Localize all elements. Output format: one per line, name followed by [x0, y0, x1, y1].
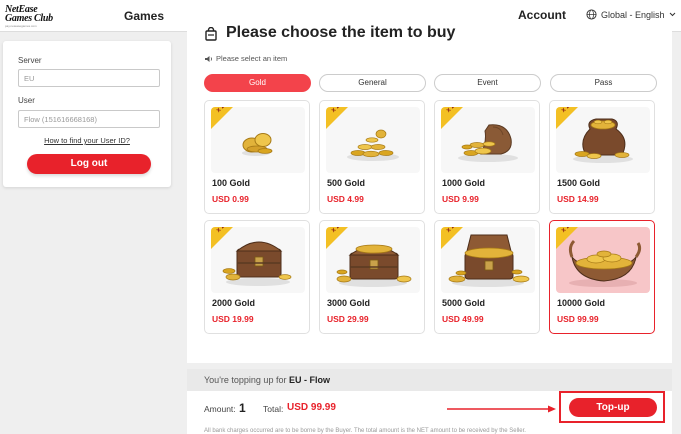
chevron-down-icon	[669, 12, 675, 17]
topping-up-target: EU - Flow	[288, 375, 330, 385]
item-image: x 2	[326, 107, 420, 173]
netease-games-club-logo[interactable]: NetEase Games Club pay.neteasegames.com	[5, 5, 55, 29]
item-price: USD 49.99	[442, 314, 484, 324]
user-field[interactable]: Flow (151616668168)	[18, 110, 160, 128]
item-card-2000-gold[interactable]: x 2 2000 Gold USD 19.99	[204, 220, 310, 334]
total-value: USD 99.99	[287, 402, 336, 413]
server-field[interactable]: EU	[18, 69, 160, 87]
user-label: User	[18, 96, 35, 105]
item-image: x 2	[441, 227, 535, 293]
item-image: x 2	[211, 227, 305, 293]
server-label: Server	[18, 56, 42, 65]
tab-gold[interactable]: Gold	[204, 74, 311, 92]
amount-value: 1	[239, 401, 246, 415]
item-card-1000-gold[interactable]: x 2 1000 Gold USD 9.99	[434, 100, 540, 214]
topup-button[interactable]: Top-up	[569, 398, 657, 417]
total-label: Total:	[263, 404, 284, 414]
item-name: 3000 Gold	[327, 298, 371, 308]
item-name: 5000 Gold	[442, 298, 486, 308]
globe-icon	[586, 9, 597, 20]
topup-highlight: Top-up	[559, 391, 665, 423]
select-hint-text: Please select an item	[216, 54, 288, 63]
item-name: 1500 Gold	[557, 178, 601, 188]
topping-up-bar: You're topping up for EU - Flow	[187, 369, 672, 391]
select-hint: Please select an item	[204, 54, 287, 63]
item-price: USD 19.99	[212, 314, 254, 324]
store-panel: Please choose the item to buy Please sel…	[187, 21, 672, 363]
item-card-5000-gold[interactable]: x 2 5000 Gold USD 49.99	[434, 220, 540, 334]
item-card-10000-gold[interactable]: x 2 10000 Gold USD 99.99	[549, 220, 655, 334]
account-panel: Server EU User Flow (151616668168) How t…	[3, 41, 171, 187]
item-name: 1000 Gold	[442, 178, 486, 188]
item-price: USD 0.99	[212, 194, 249, 204]
shopping-bag-icon	[205, 27, 217, 41]
bank-charges-disclaimer: All bank charges occurred are to be born…	[204, 428, 526, 434]
item-price: USD 9.99	[442, 194, 479, 204]
item-price: USD 4.99	[327, 194, 364, 204]
item-name: 2000 Gold	[212, 298, 256, 308]
item-card-3000-gold[interactable]: x 2 3000 Gold USD 29.99	[319, 220, 425, 334]
logo-url: pay.neteasegames.com	[5, 24, 37, 28]
tab-event[interactable]: Event	[434, 74, 541, 92]
item-price: USD 14.99	[557, 194, 599, 204]
item-image: x 2	[441, 107, 535, 173]
page-title: Please choose the item to buy	[226, 24, 456, 41]
arrow-right-icon	[447, 405, 556, 413]
nav-account-link[interactable]: Account	[518, 8, 566, 22]
item-image: x 2	[326, 227, 420, 293]
find-user-id-link[interactable]: How to find your User ID?	[3, 136, 171, 145]
logo-line-2: Games Club	[5, 13, 53, 24]
amount-label: Amount:	[204, 404, 236, 414]
item-card-1500-gold[interactable]: x 2 1500 Gold USD 14.99	[549, 100, 655, 214]
language-label: Global - English	[601, 9, 665, 20]
logout-button[interactable]: Log out	[27, 154, 151, 174]
language-selector[interactable]: Global - English	[586, 9, 676, 20]
item-image: x 2	[211, 107, 305, 173]
item-name: 500 Gold	[327, 178, 366, 188]
item-card-100-gold[interactable]: x 2 100 Gold USD 0.99	[204, 100, 310, 214]
tab-general[interactable]: General	[319, 74, 426, 92]
item-image: x 2	[556, 107, 650, 173]
item-card-500-gold[interactable]: x 2 500 Gold USD 4.99	[319, 100, 425, 214]
purchase-summary: You're topping up for EU - Flow Amount: …	[187, 369, 672, 434]
tab-pass[interactable]: Pass	[550, 74, 657, 92]
item-price: USD 29.99	[327, 314, 369, 324]
item-price: USD 99.99	[557, 314, 599, 324]
speaker-icon	[205, 55, 212, 62]
nav-games-link[interactable]: Games	[124, 9, 164, 23]
item-name: 100 Gold	[212, 178, 251, 188]
item-name: 10000 Gold	[557, 298, 606, 308]
topping-up-prefix: You're topping up for	[204, 375, 287, 385]
topping-up-text: You're topping up for EU - Flow	[204, 375, 330, 385]
item-image: x 2	[556, 227, 650, 293]
